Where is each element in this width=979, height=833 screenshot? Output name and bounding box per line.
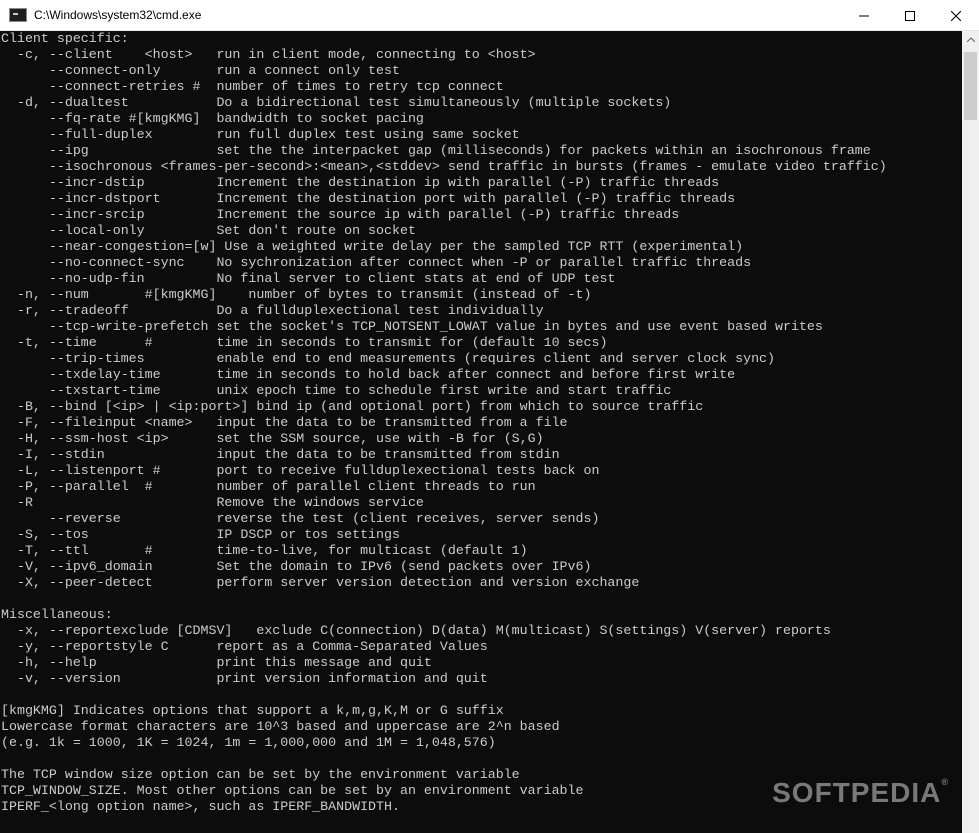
console-line: --txdelay-time time in seconds to hold b… (1, 367, 736, 382)
close-button[interactable] (933, 0, 979, 31)
console-line: -x, --reportexclude [CDMSV] exclude C(co… (1, 623, 831, 638)
console-line: -L, --listenport # port to receive fulld… (1, 463, 600, 478)
minimize-button[interactable] (841, 0, 887, 31)
console-line: --isochronous <frames-per-second>:<mean>… (1, 159, 887, 174)
console-line: --incr-dstport Increment the destination… (1, 191, 736, 206)
watermark-text: SOFTPEDIA (772, 777, 942, 808)
console-line: --txstart-time unix epoch time to schedu… (1, 383, 672, 398)
console-line: --reverse reverse the test (client recei… (1, 511, 600, 526)
softpedia-watermark: SOFTPEDIA® (772, 777, 949, 809)
console-line: --trip-times enable end to end measureme… (1, 351, 776, 366)
console-line: --tcp-write-prefetch set the socket's TC… (1, 319, 823, 334)
console-line: -I, --stdin input the data to be transmi… (1, 447, 560, 462)
console-line: -T, --ttl # time-to-live, for multicast … (1, 543, 528, 558)
console-line: -n, --num #[kmgKMG] number of bytes to t… (1, 287, 592, 302)
console-line: -B, --bind [<ip> | <ip:port>] bind ip (a… (1, 399, 704, 414)
console-line: -r, --tradeoff Do a fullduplexectional t… (1, 303, 544, 318)
console-line: --full-duplex run full duplex test using… (1, 127, 520, 142)
console-line: -c, --client <host> run in client mode, … (1, 47, 536, 62)
console-line: -v, --version print version information … (1, 671, 488, 686)
console-line: -V, --ipv6_domain Set the domain to IPv6… (1, 559, 592, 574)
console-line: Client specific: (1, 31, 129, 46)
chevron-up-icon (966, 37, 975, 42)
console-line: -P, --parallel # number of parallel clie… (1, 479, 536, 494)
console-line: -d, --dualtest Do a bidirectional test s… (1, 95, 672, 110)
cmd-app-icon[interactable] (9, 8, 27, 22)
vertical-scrollbar[interactable] (962, 31, 979, 833)
console-line: --connect-only run a connect only test (1, 63, 400, 78)
console-line: -R Remove the windows service (1, 495, 424, 510)
console-line: --near-congestion=[w] Use a weighted wri… (1, 239, 744, 254)
console-line: -t, --time # time in seconds to transmit… (1, 335, 608, 350)
console-line: -H, --ssm-host <ip> set the SSM source, … (1, 431, 544, 446)
console-line: -X, --peer-detect perform server version… (1, 575, 640, 590)
cmd-window: C:\Windows\system32\cmd.exe Client speci… (0, 0, 979, 833)
scrollbar-thumb[interactable] (964, 52, 977, 120)
maximize-button[interactable] (887, 0, 933, 31)
console-line: --connect-retries # number of times to r… (1, 79, 504, 94)
console-line: --incr-srcip Increment the source ip wit… (1, 207, 680, 222)
console-line: --no-connect-sync No sychronization afte… (1, 255, 752, 270)
minimize-icon (859, 15, 869, 16)
console-line: -F, --fileinput <name> input the data to… (1, 415, 568, 430)
console-line: Lowercase format characters are 10^3 bas… (1, 719, 560, 734)
console-line: -y, --reportstyle C report as a Comma-Se… (1, 639, 488, 654)
maximize-icon (905, 10, 915, 21)
console-line: --no-udp-fin No final server to client s… (1, 271, 616, 286)
watermark-mark: ® (941, 777, 949, 787)
title-bar[interactable]: C:\Windows\system32\cmd.exe (0, 0, 979, 31)
console-line: --fq-rate #[kmgKMG] bandwidth to socket … (1, 111, 424, 126)
close-icon (951, 10, 961, 21)
console-line: [kmgKMG] Indicates options that support … (1, 703, 504, 718)
console-line: -h, --help print this message and quit (1, 655, 432, 670)
window-controls (841, 0, 979, 31)
console-line: -S, --tos IP DSCP or tos settings (1, 527, 400, 542)
console-line: --local-only Set don't route on socket (1, 223, 416, 238)
console-line: Miscellaneous: (1, 607, 113, 622)
scroll-up-button[interactable] (962, 31, 979, 48)
console-line: (e.g. 1k = 1000, 1K = 1024, 1m = 1,000,0… (1, 735, 496, 750)
console-line: --ipg set the the interpacket gap (milli… (1, 143, 871, 158)
console-line: --incr-dstip Increment the destination i… (1, 175, 720, 190)
console-output[interactable]: Client specific: -c, --client <host> run… (0, 31, 962, 833)
window-title: C:\Windows\system32\cmd.exe (34, 8, 202, 22)
